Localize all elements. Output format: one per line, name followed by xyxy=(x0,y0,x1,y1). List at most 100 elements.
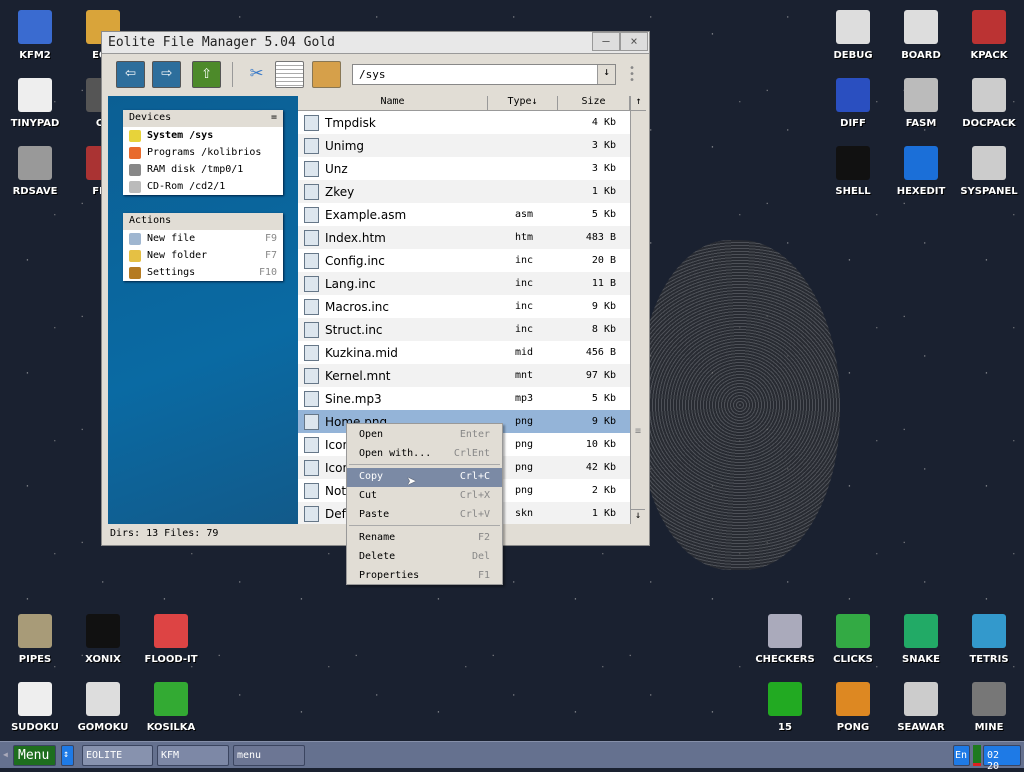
desktop-icon-fasm[interactable]: FASM xyxy=(887,78,955,129)
desktop-icon-flood-it[interactable]: FLOOD-IT xyxy=(137,614,205,665)
device-item[interactable]: CD-Rom /cd2/1 xyxy=(123,178,283,195)
desktop-icon-mine[interactable]: MINE xyxy=(955,682,1023,733)
file-type: inc xyxy=(515,255,534,266)
menu-item-open-with[interactable]: Open with... CrlEnt xyxy=(347,445,502,464)
column-size[interactable]: Size xyxy=(558,96,630,110)
file-row[interactable]: Zkey 1 Kb xyxy=(298,180,630,203)
desktop-icon-seawar[interactable]: SEAWAR xyxy=(887,682,955,733)
menu-button[interactable]: Menu xyxy=(13,745,56,766)
file-row[interactable]: Struct.inc inc 8 Kb xyxy=(298,318,630,341)
file-size: 3 Kb xyxy=(591,140,616,151)
file-icon xyxy=(304,321,319,338)
desktop-icon-tinypad[interactable]: TINYPAD xyxy=(1,78,69,129)
desktop-icon-syspanel[interactable]: SYSPANEL xyxy=(955,146,1023,197)
file-row[interactable]: Example.asm asm 5 Kb xyxy=(298,203,630,226)
file-size: 1 Kb xyxy=(591,186,616,197)
scrollbar[interactable]: ↑ ≡ ↓ xyxy=(630,96,646,524)
desktop-icon-sudoku[interactable]: SUDOKU xyxy=(1,682,69,733)
column-type[interactable]: Type↓ xyxy=(488,96,558,110)
file-row[interactable]: Lang.inc inc 11 B xyxy=(298,272,630,295)
cut-button[interactable]: ✂ xyxy=(242,61,271,88)
task-kfm[interactable]: KFM xyxy=(157,745,229,766)
task-menu[interactable]: menu xyxy=(233,745,305,766)
paste-button[interactable] xyxy=(312,61,341,88)
desktop-icon-diff[interactable]: DIFF xyxy=(819,78,887,129)
desktop-icon-kpack[interactable]: KPACK xyxy=(955,10,1023,61)
column-name[interactable]: Name xyxy=(298,96,488,110)
menu-item-delete[interactable]: Delete Del xyxy=(347,548,502,567)
devices-menu-icon[interactable]: = xyxy=(271,112,277,125)
forward-button[interactable]: ⇨ xyxy=(152,61,181,88)
file-row[interactable]: Index.htm htm 483 B xyxy=(298,226,630,249)
desktop-icon-tetris[interactable]: TETRIS xyxy=(955,614,1023,665)
file-name: Macros.inc xyxy=(325,299,389,314)
file-row[interactable]: Macros.inc inc 9 Kb xyxy=(298,295,630,318)
language-indicator[interactable]: En xyxy=(953,745,970,766)
scroll-down-button[interactable]: ↓ xyxy=(631,509,645,524)
file-row[interactable]: Kernel.mnt mnt 97 Kb xyxy=(298,364,630,387)
desktop-icon-hexedit[interactable]: HEXEDIT xyxy=(887,146,955,197)
minimize-button[interactable]: – xyxy=(592,32,620,51)
desktop-icon-gomoku[interactable]: GOMOKU xyxy=(69,682,137,733)
back-button[interactable]: ⇦ xyxy=(116,61,145,88)
device-item[interactable]: Programs /kolibrios xyxy=(123,144,283,161)
app-icon xyxy=(836,682,870,716)
device-item[interactable]: System /sys xyxy=(123,127,283,144)
desktop-icon-docpack[interactable]: DOCPACK xyxy=(955,78,1023,129)
file-size: 483 B xyxy=(585,232,616,243)
menu-item-paste[interactable]: Paste Crl+V xyxy=(347,506,502,525)
desktop-icon-label: KFM2 xyxy=(19,50,51,61)
file-type: htm xyxy=(515,232,534,243)
file-row[interactable]: Unz 3 Kb xyxy=(298,157,630,180)
menu-item-cut[interactable]: Cut Crl+X xyxy=(347,487,502,506)
up-button[interactable]: ⇧ xyxy=(192,61,221,88)
clock[interactable]: 02 20 xyxy=(983,745,1021,772)
action-icon xyxy=(129,266,141,279)
desktop-icon-pong[interactable]: PONG xyxy=(819,682,887,733)
list-header: Name Type↓ Size xyxy=(298,96,630,111)
desktop-icon-kosilka[interactable]: KOSILKA xyxy=(137,682,205,733)
menu-shortcut: Crl+X xyxy=(459,490,490,501)
menu-item-copy[interactable]: Copy Crl+C xyxy=(347,468,502,487)
desktop-icon-15[interactable]: 15 xyxy=(751,682,819,733)
status-bar: Dirs: 13 Files: 79 xyxy=(110,528,219,539)
action-item[interactable]: New file F9 xyxy=(123,230,283,247)
file-row[interactable]: Config.inc inc 20 B xyxy=(298,249,630,272)
file-row[interactable]: Kuzkina.mid mid 456 B xyxy=(298,341,630,364)
path-input[interactable]: /sys ↓ xyxy=(352,64,616,85)
window-title[interactable]: Eolite File Manager 5.04 Gold xyxy=(102,32,649,54)
sort-toggle[interactable]: ↑ xyxy=(631,96,646,111)
desktop-icon-label: RDSAVE xyxy=(12,186,58,197)
menu-item-rename[interactable]: Rename F2 xyxy=(347,529,502,548)
menu-label: Delete xyxy=(359,551,396,562)
menu-item-open[interactable]: Open Enter xyxy=(347,426,502,445)
desktop-icon-clicks[interactable]: CLICKS xyxy=(819,614,887,665)
taskbar-left-arrow-icon[interactable]: ◀ xyxy=(3,750,8,759)
desktop-icon-debug[interactable]: DEBUG xyxy=(819,10,887,61)
path-dropdown-button[interactable]: ↓ xyxy=(597,65,615,84)
switch-button[interactable]: ↕ xyxy=(61,745,74,766)
copy-button[interactable] xyxy=(275,61,304,88)
scrollbar-thumb[interactable]: ≡ xyxy=(631,426,645,437)
file-icon xyxy=(304,413,319,430)
desktop-icon-rdsave[interactable]: RDSAVE xyxy=(1,146,69,197)
menu-item-properties[interactable]: Properties F1 xyxy=(347,567,502,586)
desktop-icon-board[interactable]: BOARD xyxy=(887,10,955,61)
desktop-icon-kfm2[interactable]: KFM2 xyxy=(1,10,69,61)
action-item[interactable]: New folder F7 xyxy=(123,247,283,264)
file-row[interactable]: Tmpdisk 4 Kb xyxy=(298,111,630,134)
file-row[interactable]: Unimg 3 Kb xyxy=(298,134,630,157)
desktop-icon-checkers[interactable]: CHECKERS xyxy=(751,614,819,665)
desktop-icon-xonix[interactable]: XONIX xyxy=(69,614,137,665)
action-item[interactable]: Settings F10 xyxy=(123,264,283,281)
device-item[interactable]: RAM disk /tmp0/1 xyxy=(123,161,283,178)
more-options-icon[interactable]: • • • xyxy=(629,64,635,86)
arrow-up-icon: ⇧ xyxy=(201,62,212,83)
close-button[interactable]: × xyxy=(620,32,648,51)
task-eolite[interactable]: EOLITE xyxy=(82,745,153,766)
desktop-icon-snake[interactable]: SNAKE xyxy=(887,614,955,665)
file-row[interactable]: Sine.mp3 mp3 5 Kb xyxy=(298,387,630,410)
diamond-icon xyxy=(129,146,141,159)
desktop-icon-pipes[interactable]: PIPES xyxy=(1,614,69,665)
desktop-icon-shell[interactable]: SHELL xyxy=(819,146,887,197)
